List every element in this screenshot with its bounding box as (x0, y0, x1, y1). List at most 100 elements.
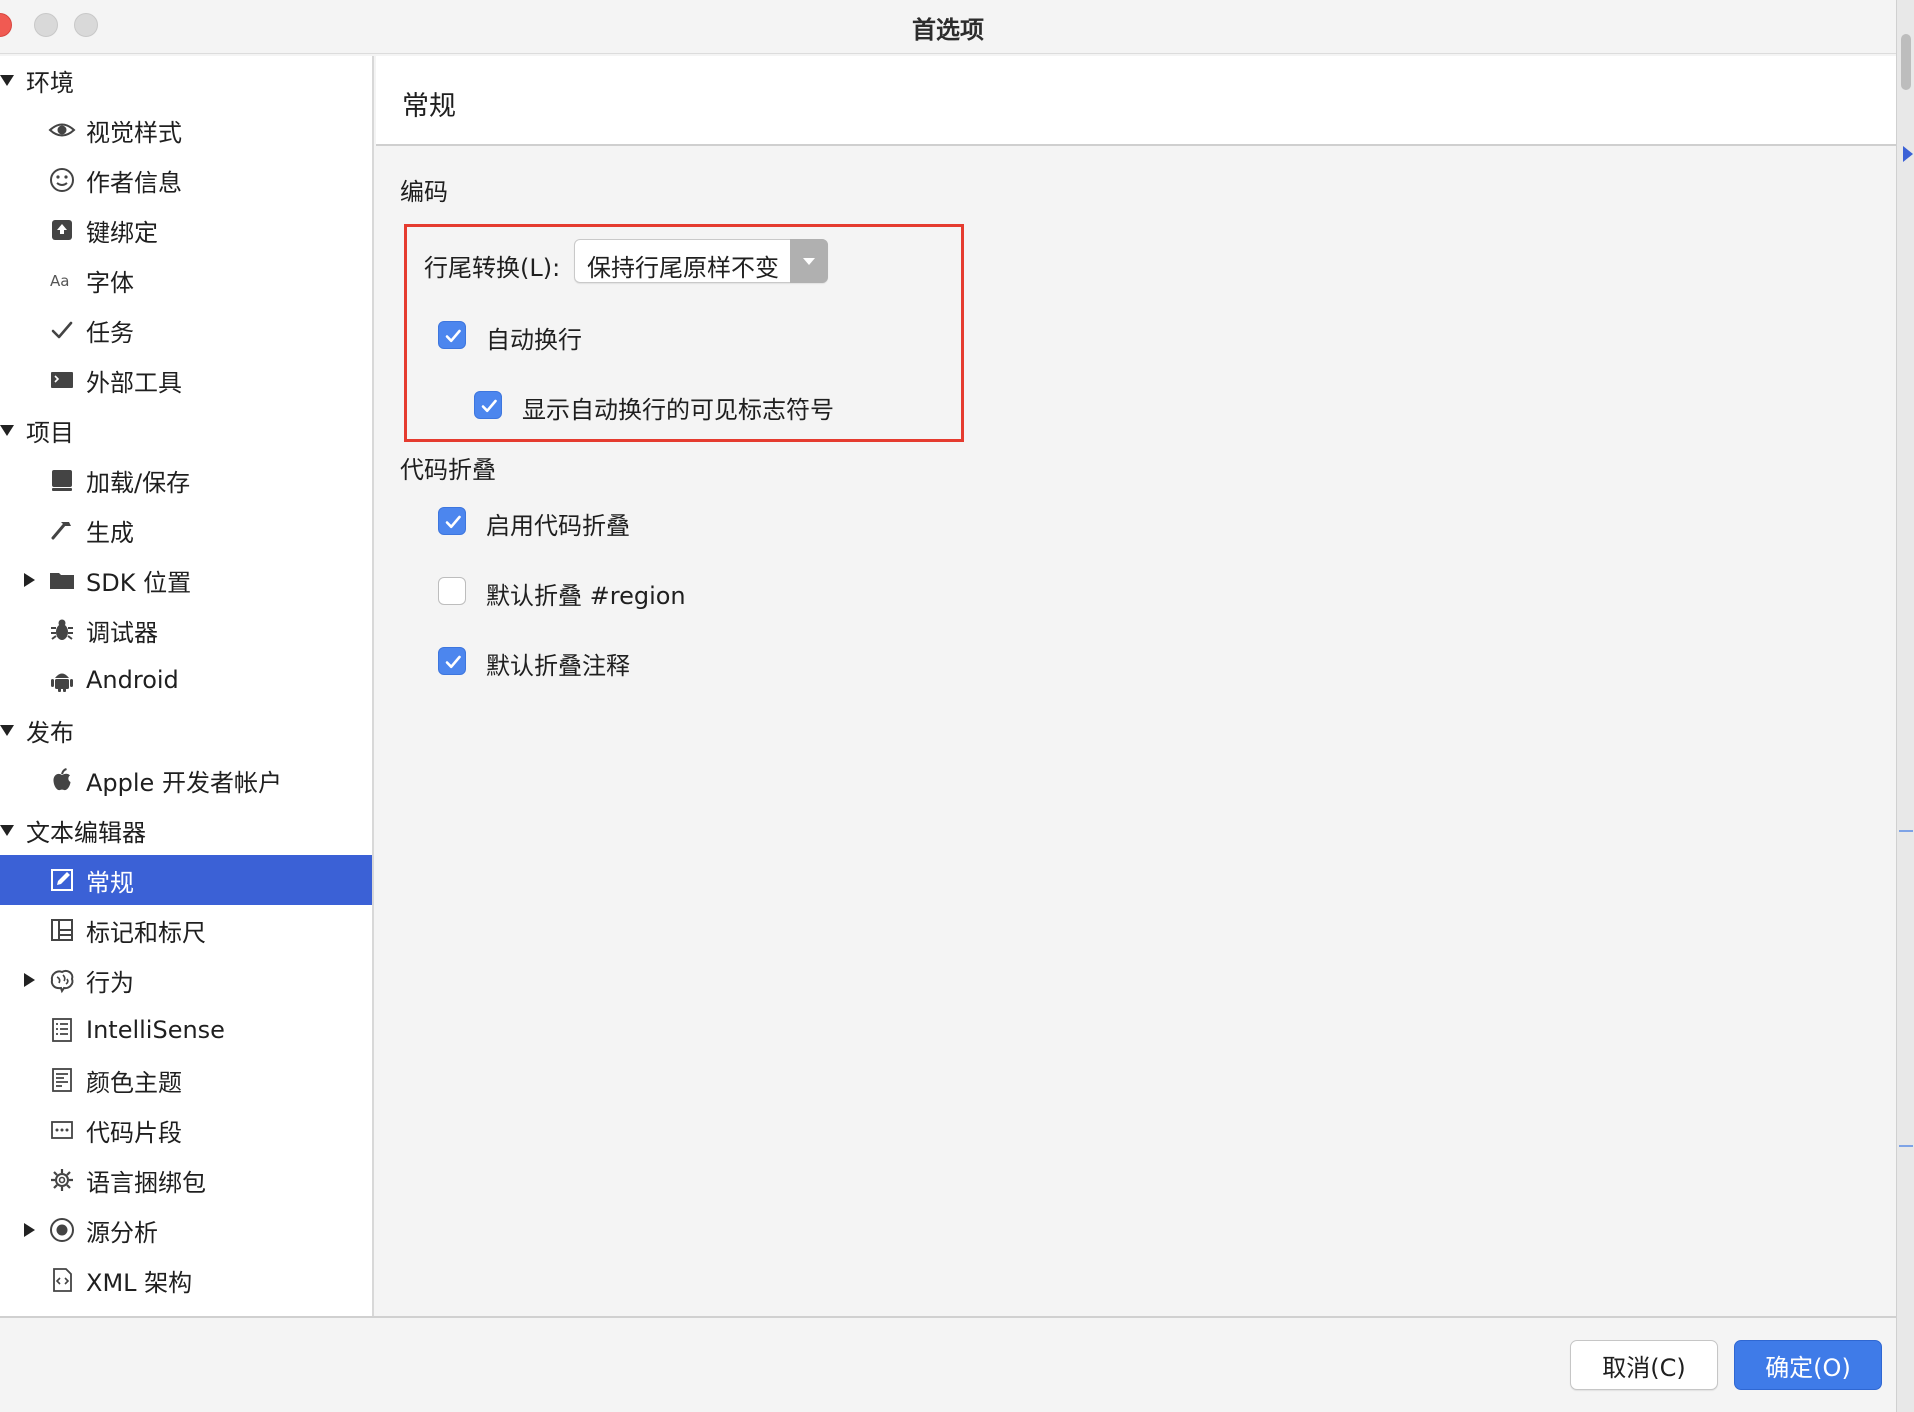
cancel-button[interactable]: 取消(C) (1570, 1340, 1718, 1390)
sidebar-item[interactable]: 任务 (0, 305, 372, 355)
terminal-icon (48, 366, 76, 394)
sidebar-item[interactable]: 代码片段 (0, 1105, 372, 1155)
smiley-icon (48, 166, 76, 194)
sidebar-category-label: 项目 (26, 418, 74, 447)
sidebar-item[interactable]: 视觉样式 (0, 105, 372, 155)
sidebar-item-label: 生成 (86, 518, 134, 547)
sidebar-item[interactable]: IntelliSense (0, 1005, 372, 1055)
sidebar-item-label: IntelliSense (86, 1016, 225, 1044)
snippet-icon (48, 1116, 76, 1144)
word-wrap-checkbox[interactable] (438, 321, 466, 349)
scroll-tick (1899, 1145, 1913, 1147)
sidebar-item[interactable]: 调试器 (0, 605, 372, 655)
ok-button[interactable]: 确定(O) (1734, 1340, 1882, 1390)
line-ending-dropdown[interactable]: 保持行尾原样不变 (574, 239, 828, 283)
sidebar-item-label: 外部工具 (86, 368, 182, 397)
sidebar-item-label: 代码片段 (86, 1118, 182, 1147)
sidebar-item-label: 视觉样式 (86, 118, 182, 147)
xml-icon (48, 1266, 76, 1294)
checkmark-icon (445, 329, 461, 343)
fold-region-checkbox[interactable] (438, 577, 466, 605)
disclosure-down-icon[interactable] (0, 825, 14, 836)
scrollbar-thumb[interactable] (1901, 34, 1911, 90)
checkmark-icon (481, 399, 497, 413)
disclosure-down-icon[interactable] (0, 725, 14, 736)
chevron-down-icon[interactable] (790, 239, 828, 283)
enable-folding-label: 启用代码折叠 (486, 512, 630, 540)
panel-header: 常规 (376, 56, 1896, 146)
apple-icon (48, 766, 76, 794)
sidebar-item-label: 颜色主题 (86, 1068, 182, 1097)
sidebar-item[interactable]: 生成 (0, 505, 372, 555)
sidebar-item-label: SDK 位置 (86, 568, 192, 597)
sidebar-item[interactable]: 颜色主题 (0, 1055, 372, 1105)
enable-folding-checkbox[interactable] (438, 507, 466, 535)
sidebar-item[interactable]: 键绑定 (0, 205, 372, 255)
sidebar-item-label: 源分析 (86, 1218, 158, 1247)
folding-section-label: 代码折叠 (400, 456, 496, 484)
sidebar-item-label: 调试器 (86, 618, 158, 647)
sidebar: 环境 视觉样式作者信息键绑定 Aa 字体任务外部工具 项目 加载/保存生成 SDK 位置 调试… (0, 56, 374, 1316)
sidebar-item[interactable]: Apple 开发者帐户 (0, 755, 372, 805)
disclosure-right-icon[interactable] (24, 973, 35, 987)
sidebar-item-label: 行为 (86, 968, 134, 997)
dialog-footer: 取消(C) 确定(O) (0, 1316, 1896, 1412)
scroll-tick (1899, 830, 1913, 832)
sidebar-item[interactable]: 加载/保存 (0, 455, 372, 505)
sidebar-item[interactable]: 外部工具 (0, 355, 372, 405)
target-icon (48, 1216, 76, 1244)
disclosure-down-icon[interactable] (0, 425, 14, 436)
font-aa-icon: Aa (48, 266, 76, 294)
sidebar-item-label: 常规 (86, 868, 134, 897)
keyboard-key-icon (48, 216, 76, 244)
theme-doc-icon (48, 1066, 76, 1094)
main-panel: 常规 编码 行尾转换(L): 保持行尾原样不变 自动换行 显示自动换行的可见标志… (376, 56, 1896, 1316)
sidebar-item-label: Apple 开发者帐户 (86, 768, 282, 797)
sidebar-item-label: 语言捆绑包 (86, 1168, 206, 1197)
scroll-marker-icon (1903, 146, 1913, 162)
sidebar-item[interactable]: XML 架构 (0, 1255, 372, 1305)
bug-icon (48, 616, 76, 644)
sidebar-category[interactable]: 发布 (0, 705, 372, 755)
sidebar-item[interactable]: Android (0, 655, 372, 705)
sidebar-item-label: 任务 (86, 318, 134, 347)
disclosure-right-icon[interactable] (24, 1223, 35, 1237)
fold-comments-checkbox[interactable] (438, 647, 466, 675)
sidebar-item[interactable]: 源分析 (0, 1205, 372, 1255)
page-title: 常规 (402, 91, 456, 122)
sidebar-category[interactable]: 文本编辑器 (0, 805, 372, 855)
sidebar-item-label: 作者信息 (86, 168, 182, 197)
word-wrap-label: 自动换行 (486, 326, 582, 354)
window-edge-scrollbar[interactable] (1896, 0, 1914, 1412)
sidebar-item[interactable]: 语言捆绑包 (0, 1155, 372, 1205)
sidebar-item[interactable]: 行为 (0, 955, 372, 1005)
sidebar-category-label: 文本编辑器 (26, 818, 146, 847)
window-title: 首选项 (912, 16, 984, 44)
sidebar-category[interactable]: 环境 (0, 56, 372, 105)
sidebar-item-label: 加载/保存 (86, 468, 191, 497)
ruler-grid-icon (48, 916, 76, 944)
disclosure-right-icon[interactable] (24, 573, 35, 587)
show-wrap-markers-label: 显示自动换行的可见标志符号 (522, 396, 834, 424)
sidebar-item[interactable]: 作者信息 (0, 155, 372, 205)
disk-icon (48, 466, 76, 494)
android-icon (48, 666, 76, 694)
checkmark-icon (445, 515, 461, 529)
sidebar-item[interactable]: SDK 位置 (0, 555, 372, 605)
fold-comments-label: 默认折叠注释 (486, 652, 630, 680)
sidebar-category-label: 发布 (26, 718, 74, 747)
sidebar-item-label: 标记和标尺 (86, 918, 206, 947)
sidebar-item[interactable]: Aa 字体 (0, 255, 372, 305)
sidebar-item[interactable]: 常规 (0, 855, 372, 905)
show-wrap-markers-checkbox[interactable] (474, 391, 502, 419)
sidebar-item[interactable]: 标记和标尺 (0, 905, 372, 955)
disclosure-down-icon[interactable] (0, 75, 14, 86)
list-doc-icon (48, 1016, 76, 1044)
sidebar-item-label: 键绑定 (86, 218, 158, 247)
sidebar-category-label: 环境 (26, 68, 74, 97)
title-bar: 首选项 (0, 0, 1896, 54)
fold-region-label: 默认折叠 #region (486, 582, 686, 610)
sidebar-category[interactable]: 项目 (0, 405, 372, 455)
encoding-section-label: 编码 (400, 178, 448, 206)
sidebar-item-label: Android (86, 666, 179, 694)
